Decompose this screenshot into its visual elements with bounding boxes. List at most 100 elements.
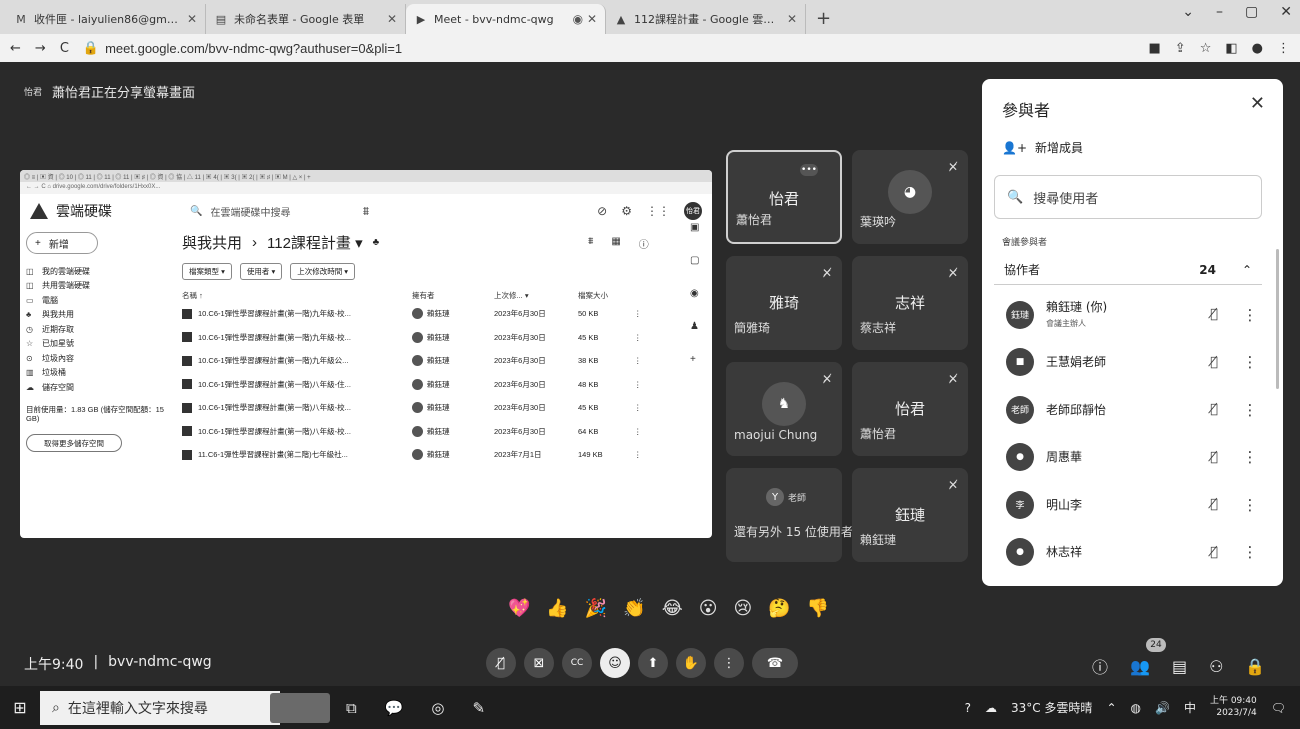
reaction-thumbsup-icon[interactable]: 👍: [546, 598, 568, 619]
windows-start-icon[interactable]: ⊞: [0, 698, 40, 717]
video-tile[interactable]: ✕̸ ◕ 葉瑛吟: [852, 150, 968, 244]
video-tile[interactable]: ✕̸ 怡君 蕭怡君: [852, 362, 968, 456]
list-item[interactable]: 鈺璉 賴鈺璉 (你) 會議主辦人 🎙̸ ⋮: [994, 291, 1262, 339]
list-item[interactable]: 老師 老師邱靜怡 🎙̸ ⋮: [994, 386, 1262, 434]
new-tab-button[interactable]: +: [806, 4, 841, 34]
maximize-icon[interactable]: ▢: [1245, 4, 1258, 20]
mic-off-button[interactable]: 🎙̸: [486, 648, 516, 678]
ime-indicator[interactable]: 中: [1184, 699, 1196, 716]
get-more-storage-button: 取得更多儲存空間: [26, 434, 122, 452]
reaction-laugh-icon[interactable]: 😂: [662, 598, 683, 619]
reactions-bar: 💖 👍 🎉 👏 😂 😮 😢 🤔 👎: [508, 598, 829, 619]
chevron-up-icon[interactable]: ⌃: [1242, 263, 1252, 277]
chevron-up-icon[interactable]: ⌃: [1106, 701, 1116, 715]
mic-off-icon[interactable]: 🎙̸: [1202, 545, 1226, 560]
add-people-button[interactable]: 👤+ 新增成員: [1002, 139, 1083, 156]
list-item[interactable]: ● 周惠華 🎙̸ ⋮: [994, 434, 1262, 482]
volume-icon[interactable]: 🔊: [1155, 701, 1170, 715]
profile-icon[interactable]: ●: [1252, 41, 1263, 56]
captions-button[interactable]: CC: [562, 648, 592, 678]
camera-icon[interactable]: ■: [1149, 41, 1161, 56]
video-tile[interactable]: ✕̸ 鈺璉 賴鈺璉: [852, 468, 968, 562]
reaction-heart-icon[interactable]: 💖: [508, 598, 530, 619]
menu-icon[interactable]: ⋮: [1277, 41, 1290, 56]
reaction-thinking-icon[interactable]: 🤔: [768, 598, 790, 619]
notification-icon[interactable]: 🗨: [1271, 701, 1286, 715]
mic-off-icon[interactable]: 🎙̸: [1202, 402, 1226, 417]
raise-hand-button[interactable]: ✋: [676, 648, 706, 678]
weather-text[interactable]: 33°C 多雲時晴: [1011, 699, 1092, 716]
more-vert-icon[interactable]: ⋮: [1238, 401, 1262, 419]
reaction-party-icon[interactable]: 🎉: [585, 598, 607, 619]
close-tab-icon[interactable]: ✕: [187, 12, 197, 26]
host-controls-icon[interactable]: 🔒: [1245, 657, 1265, 676]
chat-icon[interactable]: ▤: [1172, 657, 1187, 676]
taskbar-apps: ⧉ 💬 ◎ ✎: [346, 699, 485, 717]
close-icon[interactable]: ✕: [1250, 93, 1265, 114]
emoji-button[interactable]: ☺: [600, 648, 630, 678]
help-icon[interactable]: ?: [965, 701, 971, 715]
video-tile[interactable]: ✕̸ 雅琦 簡雅琦: [726, 256, 842, 350]
list-item[interactable]: ■ 王慧娟老師 🎙̸ ⋮: [994, 339, 1262, 387]
reaction-thumbsdown-icon[interactable]: 👎: [807, 598, 829, 619]
presenter-badge: 怡君: [24, 88, 43, 98]
share-icon[interactable]: ⇪: [1175, 41, 1186, 56]
meet-stage: 怡君 蕭怡君正在分享螢幕畫面 ◎ ≡ | ▣ 資 | ◎ 10 | ◎ 11 |…: [0, 62, 1300, 686]
more-vert-icon[interactable]: ⋮: [1238, 306, 1262, 324]
mic-off-icon[interactable]: 🎙̸: [1202, 450, 1226, 465]
info-icon[interactable]: ⓘ: [1092, 654, 1108, 678]
browser-tab-meet[interactable]: ▶ Meet - bvv-ndmc-qwg ◉ ✕: [406, 4, 606, 34]
mic-off-icon[interactable]: 🎙̸: [1202, 497, 1226, 512]
browser-tab-gmail[interactable]: M 收件匣 - laiyulien86@gmail.co ✕: [6, 4, 206, 34]
video-tile[interactable]: ✕̸ ♞ maojui Chung: [726, 362, 842, 456]
scrollbar[interactable]: [1276, 249, 1279, 389]
clock[interactable]: 上午 09:40 2023/7/4: [1210, 696, 1257, 719]
more-vert-icon[interactable]: ⋮: [1238, 353, 1262, 371]
file-owner: 賴鈺璉: [427, 426, 450, 436]
leave-call-button[interactable]: ☎: [752, 648, 798, 678]
list-item[interactable]: 李 明山李 🎙̸ ⋮: [994, 481, 1262, 529]
present-button[interactable]: ⬆: [638, 648, 668, 678]
reaction-clap-icon[interactable]: 👏: [623, 598, 645, 619]
task-view-icon[interactable]: ⧉: [346, 699, 357, 717]
close-tab-icon[interactable]: ✕: [387, 12, 397, 26]
browser-tab-drive[interactable]: ▲ 112課程計畫 - Google 雲端硬碟 ✕: [606, 4, 806, 34]
network-icon[interactable]: ◍: [1131, 701, 1141, 715]
video-tile[interactable]: ••• 怡君 蕭怡君: [726, 150, 842, 244]
nav-icon: ◫: [26, 266, 34, 276]
chevron-down-icon[interactable]: ⌄: [1182, 4, 1194, 20]
more-vert-icon[interactable]: ⋮: [1238, 448, 1262, 466]
reaction-sad-icon[interactable]: 😢: [734, 598, 753, 619]
url-field[interactable]: 🔒 meet.google.com/bvv-ndmc-qwg?authuser=…: [83, 40, 402, 56]
more-options-button[interactable]: ⋮: [714, 648, 744, 678]
close-tab-icon[interactable]: ✕: [787, 12, 797, 26]
minimize-icon[interactable]: –: [1216, 4, 1223, 20]
forward-icon[interactable]: →: [35, 41, 46, 56]
people-icon[interactable]: 👥: [1130, 657, 1150, 676]
reload-icon[interactable]: C: [60, 41, 69, 56]
back-icon[interactable]: ←: [10, 41, 21, 56]
camera-off-button[interactable]: ⊠: [524, 648, 554, 678]
mic-off-icon[interactable]: 🎙̸: [1202, 307, 1226, 322]
chrome-icon[interactable]: ◎: [431, 699, 444, 717]
search-input[interactable]: 🔍 搜尋使用者: [994, 175, 1262, 219]
participant-group[interactable]: 協作者 24 ⌃: [994, 255, 1262, 285]
mic-off-icon[interactable]: 🎙̸: [1202, 355, 1226, 370]
file-owner: 賴鈺璉: [427, 379, 450, 389]
activities-icon[interactable]: ⚇: [1209, 657, 1223, 676]
video-tile[interactable]: ✕̸ 志祥 蔡志祥: [852, 256, 968, 350]
sidepanel-icon[interactable]: ◧: [1225, 41, 1237, 56]
more-vert-icon[interactable]: ⋮: [1238, 543, 1262, 561]
more-options-icon[interactable]: •••: [800, 164, 818, 176]
more-vert-icon[interactable]: ⋮: [1238, 496, 1262, 514]
video-tile-others[interactable]: Y 老師 還有另外 15 位使用者: [726, 468, 853, 562]
app-icon[interactable]: ✎: [473, 699, 486, 717]
chat-app-icon[interactable]: 💬: [385, 699, 404, 717]
taskbar-search[interactable]: ⌕ 在這裡輸入文字來搜尋: [40, 690, 280, 725]
close-icon[interactable]: ✕: [1280, 4, 1292, 20]
reaction-surprised-icon[interactable]: 😮: [699, 598, 718, 619]
browser-tab-forms[interactable]: ▤ 未命名表單 - Google 表單 ✕: [206, 4, 406, 34]
star-icon[interactable]: ☆: [1200, 41, 1212, 56]
list-item[interactable]: ● 林志祥 🎙̸ ⋮: [994, 529, 1262, 577]
close-tab-icon[interactable]: ◉ ✕: [573, 12, 597, 26]
